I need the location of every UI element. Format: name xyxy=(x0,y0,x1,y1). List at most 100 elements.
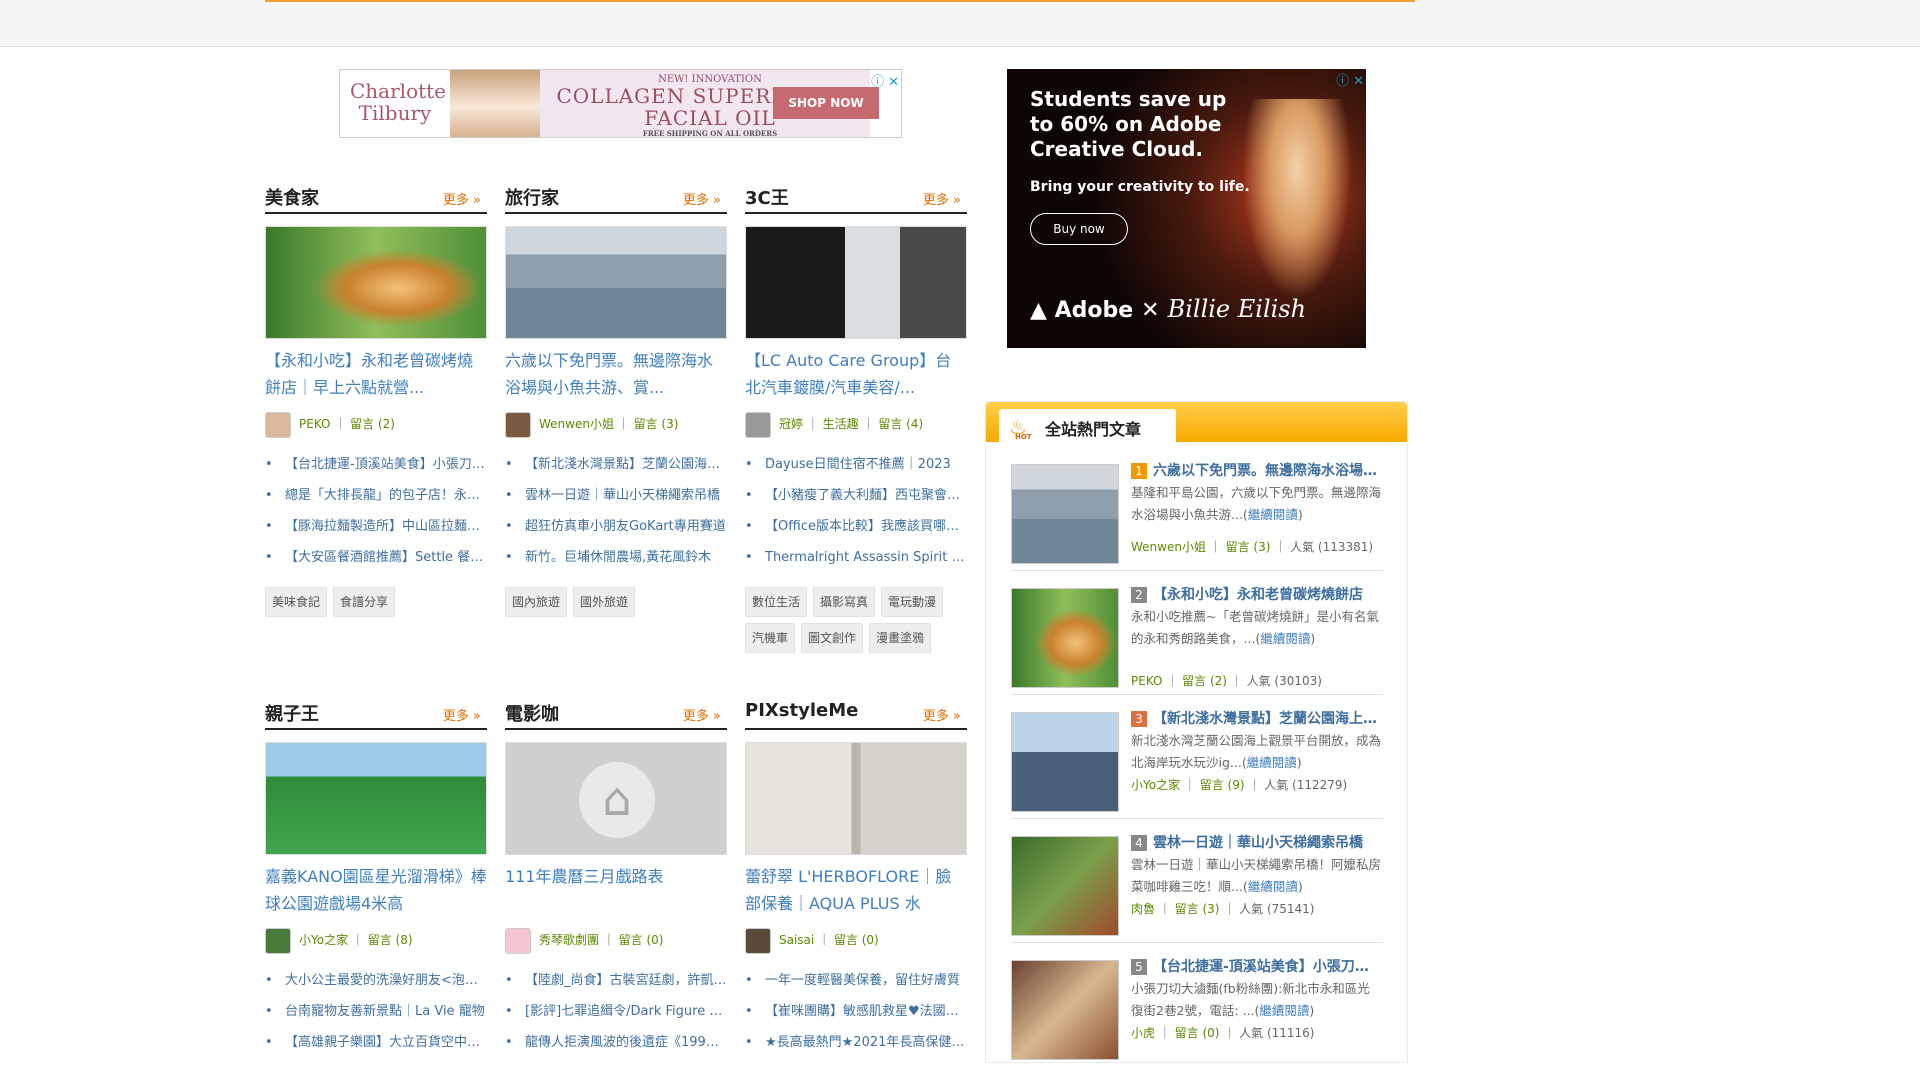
list-item[interactable]: 總是「大排長龍」的包子店！永和豆漿 xyxy=(265,480,487,511)
author-name[interactable]: Wenwen小姐 xyxy=(1131,540,1206,554)
list-item[interactable]: 【新北淺水灣景點】芝蘭公園海上觀景平台 xyxy=(505,449,727,480)
category-title[interactable]: PIXstyleMe xyxy=(745,700,858,721)
list-item[interactable]: 雲林一日遊｜華山小天梯繩索吊橋 xyxy=(505,480,727,511)
more-link[interactable]: 更多 » xyxy=(923,705,961,724)
author-name[interactable]: Wenwen小姐 xyxy=(539,417,614,431)
post-thumbnail[interactable] xyxy=(745,226,967,339)
post-title[interactable]: 【LC Auto Care Group】台北汽車鍍膜/汽車美容/... xyxy=(745,347,967,401)
post-thumbnail[interactable] xyxy=(505,226,727,339)
tag[interactable]: 攝影寫真 xyxy=(813,587,876,617)
ad-info-icon[interactable]: ⓘ xyxy=(1336,74,1349,89)
post-title[interactable]: 六歲以下免門票。無邊際海水浴場與小魚共游、賞... xyxy=(505,347,727,401)
author-name[interactable]: 小Yo之家 xyxy=(299,933,348,947)
list-item[interactable]: 【大安區餐酒館推薦】Settle 餐酒館 xyxy=(265,542,487,573)
comment-count[interactable]: 留言 (4) xyxy=(878,417,923,431)
read-more-link[interactable]: 繼續閱讀 xyxy=(1248,507,1298,522)
category-title[interactable]: 3C王 xyxy=(745,184,789,210)
category-title[interactable]: 親子王 xyxy=(265,700,319,726)
hot-article-thumbnail[interactable] xyxy=(1011,464,1119,564)
post-thumbnail[interactable] xyxy=(265,742,487,855)
list-item[interactable]: 【高雄親子樂園】大立百貨空中樂園 xyxy=(265,1027,487,1058)
hot-article-thumbnail[interactable] xyxy=(1011,588,1119,688)
list-item[interactable]: 【崔咪團購】敏感肌救星♥法國保養 xyxy=(745,996,967,1027)
author-name[interactable]: 小虎 xyxy=(1131,1026,1155,1040)
avatar[interactable] xyxy=(265,411,291,438)
avatar[interactable] xyxy=(505,411,531,438)
category-title[interactable]: 電影咖 xyxy=(505,700,559,726)
comment-count[interactable]: 留言 (2) xyxy=(350,417,395,431)
list-item[interactable]: 一年一度輕醫美保養，留住好膚質 xyxy=(745,965,967,996)
avatar[interactable] xyxy=(505,927,531,954)
comment-count[interactable]: 留言 (3) xyxy=(634,417,679,431)
list-item[interactable]: 【小豬瘦了義大利麵】西屯聚會推薦 xyxy=(745,480,967,511)
comment-count[interactable]: 留言 (3) xyxy=(1175,902,1220,916)
read-more-link[interactable]: 繼續閱讀 xyxy=(1260,631,1310,646)
read-more-link[interactable]: 繼續閱讀 xyxy=(1248,879,1298,894)
hot-panel-tab[interactable]: ♨ HOT 全站熱門文章 xyxy=(999,409,1176,443)
author-name[interactable]: 秀琴歌劇團 xyxy=(539,933,599,947)
read-more-link[interactable]: 繼續閱讀 xyxy=(1247,755,1297,770)
tag[interactable]: 電玩動漫 xyxy=(881,587,944,617)
post-title[interactable]: 【永和小吃】永和老曾碳烤燒餅店｜早上六點就營... xyxy=(265,347,487,401)
post-title[interactable]: 111年農曆三月戲路表 xyxy=(505,863,727,890)
list-item[interactable]: 【Office版本比較】我應該買哪一個 xyxy=(745,511,967,542)
more-link[interactable]: 更多 » xyxy=(683,705,721,724)
hot-article-title[interactable]: 雲林一日遊｜華山小天梯繩索吊橋 xyxy=(1153,832,1381,854)
ad-banner-side[interactable]: Students save up to 60% on Adobe Creativ… xyxy=(1007,69,1366,348)
list-item[interactable]: 龍傳人拒演風波的後遺症《1994》 xyxy=(505,1027,727,1058)
more-link[interactable]: 更多 » xyxy=(923,189,961,208)
list-item[interactable]: 【豚海拉麵製造所】中山區拉麵推薦 xyxy=(265,511,487,542)
hot-article-thumbnail[interactable] xyxy=(1011,960,1119,1060)
ad-shop-now-button[interactable]: SHOP NOW xyxy=(773,87,879,119)
ad-buy-now-button[interactable]: Buy now xyxy=(1030,213,1128,245)
avatar[interactable] xyxy=(265,927,291,954)
tag[interactable]: 圖文創作 xyxy=(801,623,864,653)
ad-close-icon[interactable]: ✕ xyxy=(888,75,899,90)
list-item[interactable]: 【陸劇_尚食】古裝宮廷劇，許凱、吳謹言 xyxy=(505,965,727,996)
author-name[interactable]: Saisai xyxy=(779,933,814,947)
list-item[interactable]: 大小公主最愛的洗澡好朋友<泡泡浴> xyxy=(265,965,487,996)
comment-count[interactable]: 留言 (3) xyxy=(1226,540,1271,554)
author-name[interactable]: 小Yo之家 xyxy=(1131,778,1180,792)
author-name[interactable]: 冠婷 xyxy=(779,417,803,431)
tag[interactable]: 汽機車 xyxy=(745,623,796,653)
comment-count[interactable]: 留言 (0) xyxy=(834,933,879,947)
post-thumbnail[interactable] xyxy=(265,226,487,339)
read-more-link[interactable]: 繼續閱讀 xyxy=(1259,1003,1309,1018)
more-link[interactable]: 更多 » xyxy=(443,705,481,724)
author-name[interactable]: 肉魯 xyxy=(1131,902,1155,916)
post-title[interactable]: 嘉義KANO園區星光溜滑梯》棒球公園遊戲場4米高 xyxy=(265,863,487,917)
tag[interactable]: 數位生活 xyxy=(745,587,808,617)
ad-info-icon[interactable]: ⓘ xyxy=(871,75,884,90)
list-item[interactable]: 新竹。巨埔休閒農場,黃花風鈴木 xyxy=(505,542,727,573)
comment-count[interactable]: 留言 (9) xyxy=(1200,778,1245,792)
comment-count[interactable]: 留言 (0) xyxy=(1175,1026,1220,1040)
list-item[interactable]: Thermalright Assassin Spirit 120 xyxy=(745,542,967,573)
avatar[interactable] xyxy=(745,927,771,954)
list-item[interactable]: ★長高最熱門★2021年長高保健食品 xyxy=(745,1027,967,1058)
ad-close-icon[interactable]: ✕ xyxy=(1353,74,1364,89)
comment-count[interactable]: 留言 (0) xyxy=(619,933,664,947)
list-item[interactable]: [影評]七罪追緝令/Dark Figure of Crime xyxy=(505,996,727,1027)
hot-article-thumbnail[interactable] xyxy=(1011,712,1119,812)
hot-article-title[interactable]: 【永和小吃】永和老曾碳烤燒餅店 xyxy=(1153,584,1381,606)
ad-banner-top[interactable]: Charlotte Tilbury NEW! INNOVATION COLLAG… xyxy=(339,69,902,138)
tag[interactable]: 國外旅遊 xyxy=(573,587,636,617)
comment-count[interactable]: 留言 (2) xyxy=(1182,674,1227,688)
post-title[interactable]: 蕾舒翠 L'HERBOFLORE｜臉部保養｜AQUA PLUS 水 xyxy=(745,863,967,917)
hot-article-title[interactable]: 【台北捷運-頂溪站美食】小張刀切大滷麵 xyxy=(1153,956,1381,978)
tag[interactable]: 食譜分享 xyxy=(333,587,396,617)
hot-article-title[interactable]: 六歲以下免門票。無邊際海水浴場與小魚共游 xyxy=(1153,460,1381,482)
hot-article-thumbnail[interactable] xyxy=(1011,836,1119,936)
category-title[interactable]: 美食家 xyxy=(265,184,319,210)
avatar[interactable] xyxy=(745,411,771,438)
list-item[interactable]: 台南寵物友善新景點｜La Vie 寵物 xyxy=(265,996,487,1027)
post-category[interactable]: 生活趣 xyxy=(823,417,859,431)
post-thumbnail[interactable] xyxy=(745,742,967,855)
author-name[interactable]: PEKO xyxy=(1131,674,1162,688)
author-name[interactable]: PEKO xyxy=(299,417,330,431)
hot-article-title[interactable]: 【新北淺水灣景點】芝蘭公園海上觀景平台 xyxy=(1153,708,1381,730)
tag[interactable]: 國內旅遊 xyxy=(505,587,568,617)
list-item[interactable]: Dayuse日間住宿不推薦｜2023 xyxy=(745,449,967,480)
tag[interactable]: 漫畫塗鴉 xyxy=(869,623,932,653)
